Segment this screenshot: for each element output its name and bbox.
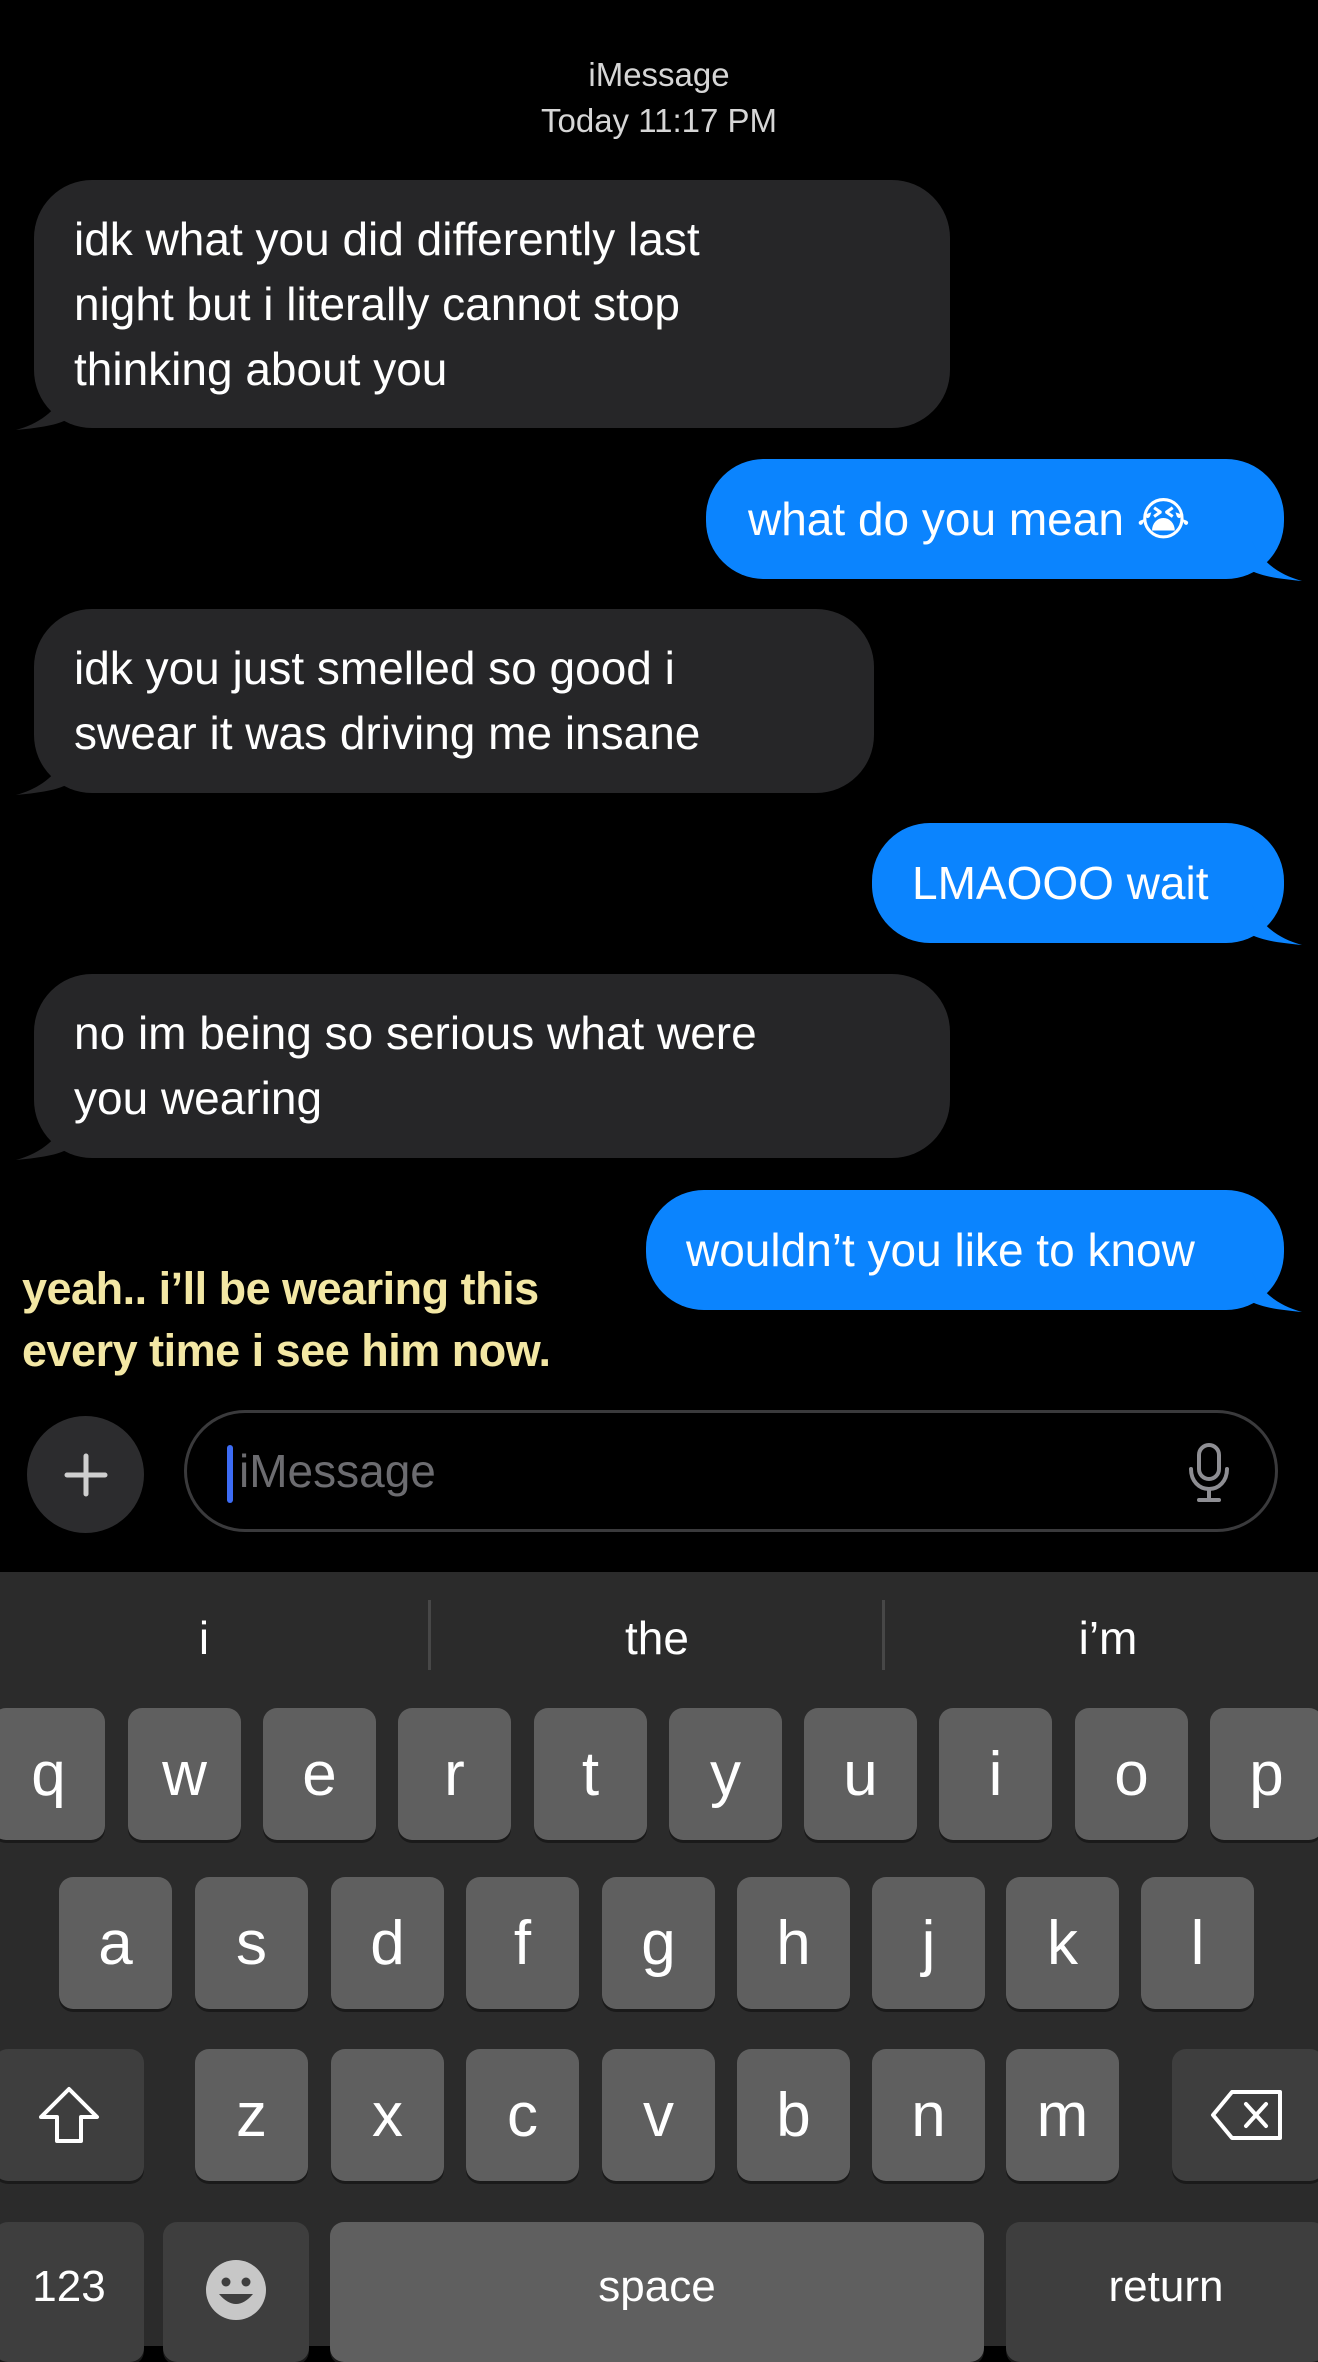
key-f[interactable]: f	[466, 1877, 579, 2009]
apps-plus-button[interactable]	[27, 1416, 144, 1533]
key-j[interactable]: j	[872, 1877, 985, 2009]
service-label: iMessage	[588, 56, 730, 93]
plus-icon	[64, 1453, 107, 1496]
key-e[interactable]: e	[263, 1708, 376, 1840]
bubble-tail	[16, 390, 66, 430]
message-bubble-incoming[interactable]: idk what you did differently last night …	[16, 180, 950, 430]
key-u[interactable]: u	[804, 1708, 917, 1840]
backspace-icon	[1211, 2090, 1282, 2140]
key-m[interactable]: m	[1006, 2049, 1119, 2181]
key-n[interactable]: n	[872, 2049, 985, 2181]
key-i[interactable]: i	[939, 1708, 1052, 1840]
key-d[interactable]: d	[331, 1877, 444, 2009]
key-s[interactable]: s	[195, 1877, 308, 2009]
delete-key[interactable]	[1172, 2049, 1318, 2181]
message-bubble-outgoing[interactable]: LMAOOO wait	[872, 823, 1302, 945]
key-v[interactable]: v	[602, 2049, 715, 2181]
bubble-tail	[16, 755, 66, 795]
message-bubble-outgoing[interactable]: wouldn’t you like to know	[646, 1190, 1302, 1312]
key-k[interactable]: k	[1006, 1877, 1119, 2009]
message-text: no im being so serious what were you wea…	[74, 1007, 757, 1124]
message-bubble-incoming[interactable]: no im being so serious what were you wea…	[16, 974, 950, 1160]
bubble-tail	[1252, 541, 1302, 581]
key-y[interactable]: y	[669, 1708, 782, 1840]
shift-key[interactable]	[0, 2049, 144, 2181]
microphone-icon[interactable]	[1187, 1443, 1231, 1503]
conversation-timestamp: Today 11:17 PM	[540, 102, 778, 139]
message-text: idk you just smelled so good i swear it …	[74, 642, 701, 759]
key-l[interactable]: l	[1141, 1877, 1254, 2009]
return-key[interactable]: return	[1006, 2222, 1318, 2362]
text-caret	[227, 1445, 233, 1503]
key-x[interactable]: x	[331, 2049, 444, 2181]
suggestion-3[interactable]: i’m	[958, 1604, 1258, 1672]
space-key[interactable]: space	[330, 2222, 984, 2362]
bubble-tail	[1252, 905, 1302, 945]
key-t[interactable]: t	[534, 1708, 647, 1840]
key-q[interactable]: q	[0, 1708, 105, 1840]
suggestion-1[interactable]: i	[54, 1604, 354, 1672]
key-h[interactable]: h	[737, 1877, 850, 2009]
message-text: idk what you did differently last night …	[74, 212, 700, 395]
numbers-key[interactable]: 123	[0, 2222, 144, 2362]
shift-icon	[39, 2087, 99, 2143]
message-input-placeholder: iMessage	[239, 1445, 436, 1497]
key-r[interactable]: r	[398, 1708, 511, 1840]
key-b[interactable]: b	[737, 2049, 850, 2181]
key-a[interactable]: a	[59, 1877, 172, 2009]
emoji-key[interactable]	[163, 2222, 309, 2362]
key-c[interactable]: c	[466, 2049, 579, 2181]
key-w[interactable]: w	[128, 1708, 241, 1840]
bubble-tail	[1252, 1272, 1302, 1312]
message-input[interactable]: iMessage	[184, 1410, 1278, 1532]
key-o[interactable]: o	[1075, 1708, 1188, 1840]
key-z[interactable]: z	[195, 2049, 308, 2181]
suggestion-divider	[428, 1600, 431, 1670]
suggestion-divider	[882, 1600, 885, 1670]
caption-overlay: yeah.. i’ll be wearing this every time i…	[22, 1263, 551, 1376]
message-bubble-outgoing[interactable]: what do you mean 😭	[706, 459, 1302, 581]
suggestion-2[interactable]: the	[507, 1604, 807, 1672]
key-g[interactable]: g	[602, 1877, 715, 2009]
message-text: LMAOOO wait	[912, 856, 1209, 909]
messages-screen: iMessage Today 11:17 PM idk what you did…	[0, 0, 1318, 2362]
emoji-icon	[206, 2260, 266, 2320]
message-text: what do you mean 😭	[748, 492, 1191, 545]
message-bubble-incoming[interactable]: idk you just smelled so good i swear it …	[16, 609, 874, 795]
key-p[interactable]: p	[1210, 1708, 1318, 1840]
bubble-tail	[16, 1120, 66, 1160]
message-text: wouldn’t you like to know	[686, 1223, 1195, 1276]
